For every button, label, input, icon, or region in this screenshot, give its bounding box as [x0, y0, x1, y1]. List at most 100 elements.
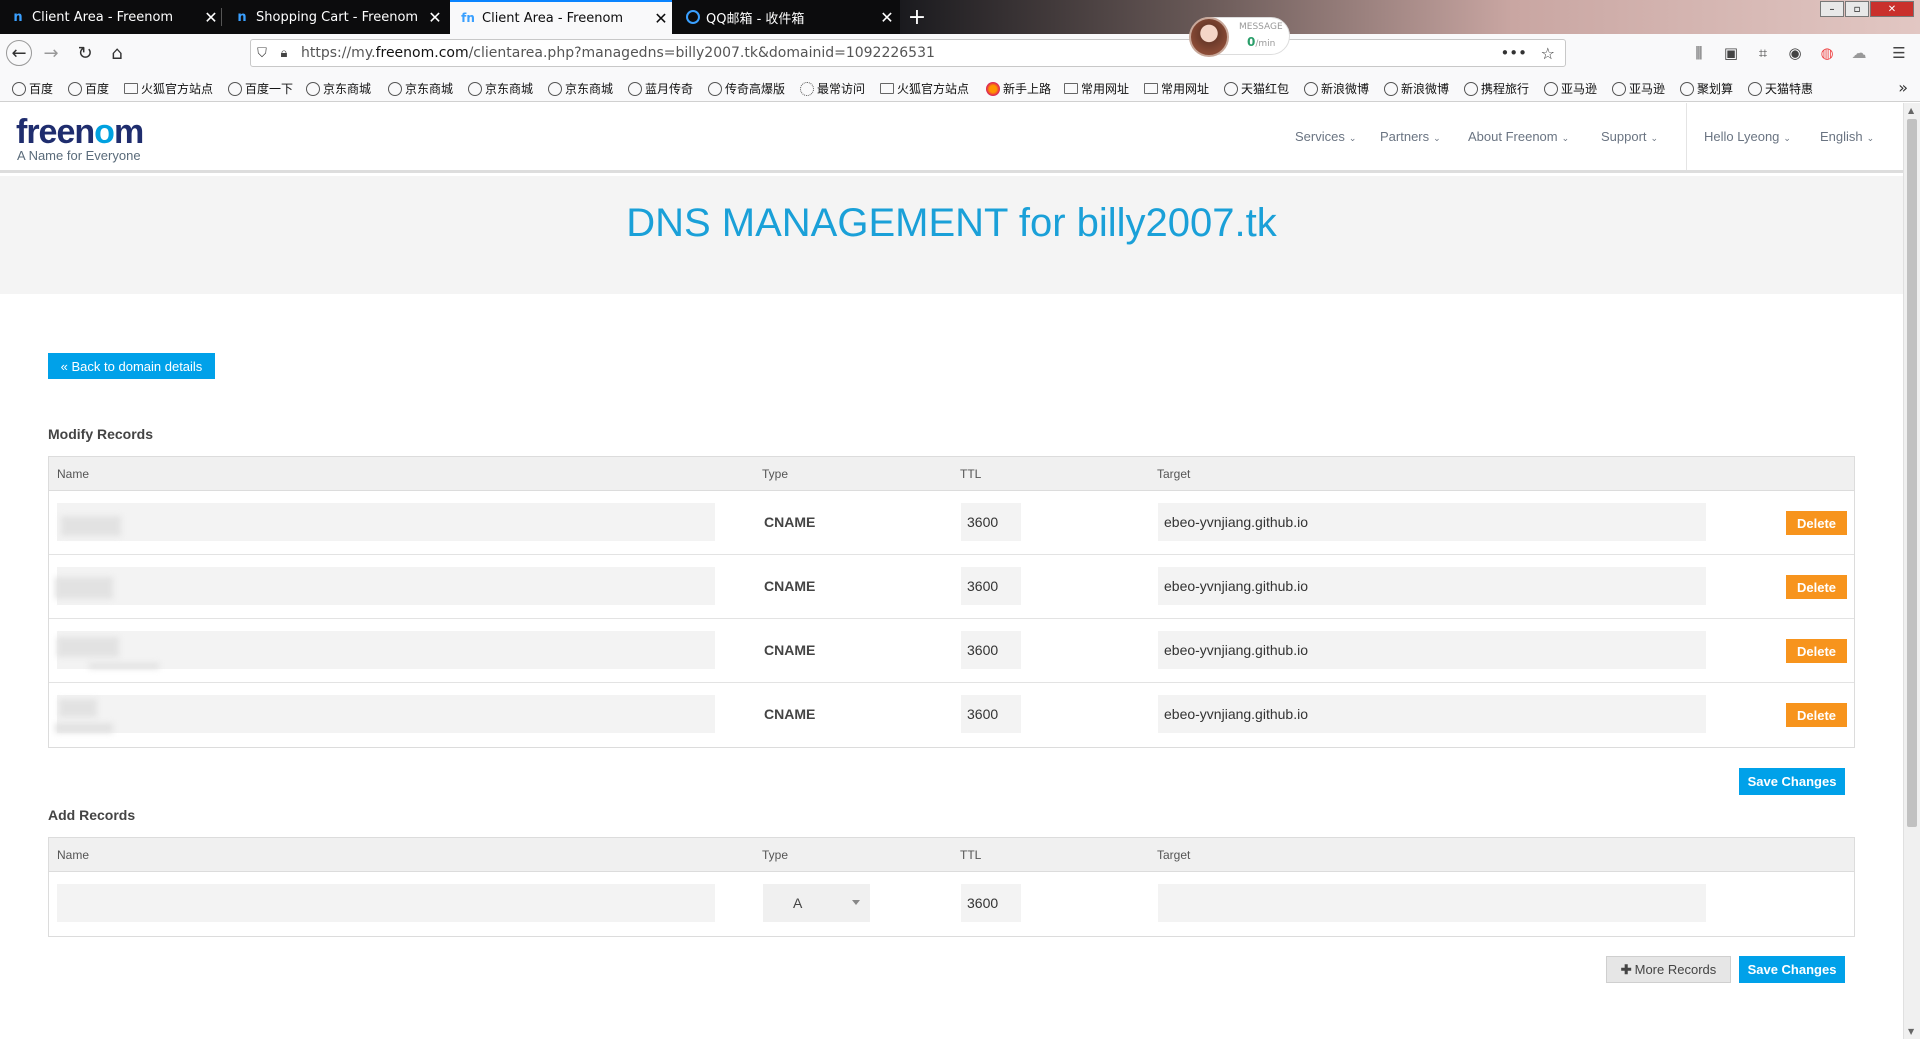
- record-name-input[interactable]: [57, 567, 715, 605]
- bookmark-item[interactable]: 京东商城: [468, 80, 533, 97]
- window-close-icon[interactable]: ✕: [1870, 1, 1914, 17]
- home-icon[interactable]: ⌂: [104, 40, 130, 66]
- freenom-logo[interactable]: freenom: [16, 113, 144, 152]
- bookmark-item[interactable]: 常用网址: [1064, 80, 1129, 97]
- more-records-button[interactable]: ✚ More Records: [1606, 956, 1731, 983]
- message-rate-widget[interactable]: MESSAGE 0/min: [1189, 17, 1290, 57]
- delete-record-button[interactable]: Delete: [1786, 575, 1847, 599]
- maximize-icon[interactable]: ▫: [1845, 1, 1869, 17]
- lock-icon[interactable]: 🔒︎: [273, 46, 295, 61]
- tab-qq-mail[interactable]: QQ邮箱 - 收件箱 ✕: [676, 0, 898, 34]
- nav-user-menu[interactable]: Hello Lyeong ⌄: [1704, 129, 1791, 144]
- bookmark-item[interactable]: 京东商城: [306, 80, 371, 97]
- account-icon[interactable]: ◉: [1784, 42, 1806, 64]
- redacted-name-blur: [55, 577, 113, 599]
- forward-arrow-icon[interactable]: →: [38, 40, 64, 66]
- modify-records-table: Name Type TTL Target CNAME 3600 ebeo-yvnji…: [48, 456, 1855, 748]
- save-changes-button[interactable]: Save Changes: [1739, 956, 1845, 983]
- bookmark-item[interactable]: 百度: [12, 80, 53, 97]
- bookmark-item[interactable]: 天猫红包: [1224, 80, 1289, 97]
- bookmark-item[interactable]: 最常访问: [800, 80, 865, 97]
- tab-client-area-active[interactable]: fn Client Area - Freenom ✕: [450, 0, 672, 34]
- record-ttl-input[interactable]: 3600: [961, 567, 1021, 605]
- scrollbar-thumb[interactable]: [1907, 119, 1917, 827]
- add-type-select[interactable]: A: [763, 884, 870, 922]
- back-to-domain-details-button[interactable]: « Back to domain details: [48, 353, 215, 379]
- screenshot-icon[interactable]: ⌗: [1752, 42, 1774, 64]
- nav-about-freenom[interactable]: About Freenom ⌄: [1468, 129, 1569, 144]
- globe-icon: [708, 81, 722, 96]
- close-tab-icon[interactable]: ✕: [650, 9, 672, 28]
- reload-icon[interactable]: ↻: [72, 40, 98, 66]
- record-ttl-input[interactable]: 3600: [961, 503, 1021, 541]
- bookmark-item[interactable]: 传奇高爆版: [708, 80, 785, 97]
- globe-icon: [1304, 81, 1318, 96]
- nav-services[interactable]: Services ⌄: [1295, 129, 1356, 144]
- nav-support[interactable]: Support ⌄: [1601, 129, 1658, 144]
- bookmark-item[interactable]: 聚划算: [1680, 80, 1733, 97]
- bookmark-item[interactable]: 亚马逊: [1612, 80, 1665, 97]
- bookmarks-overflow-icon[interactable]: »: [1898, 78, 1908, 97]
- bookmark-label: 常用网址: [1081, 82, 1130, 96]
- delete-record-button[interactable]: Delete: [1786, 511, 1847, 535]
- record-name-input[interactable]: [57, 503, 715, 541]
- scroll-down-icon[interactable]: ▼: [1908, 1027, 1914, 1036]
- record-target-input[interactable]: ebeo-yvnjiang.github.io: [1158, 631, 1706, 669]
- close-tab-icon[interactable]: ✕: [424, 8, 446, 27]
- add-name-input[interactable]: [57, 884, 715, 922]
- bookmark-item[interactable]: 京东商城: [388, 80, 453, 97]
- close-tab-icon[interactable]: ✕: [876, 8, 898, 27]
- bookmark-item[interactable]: 百度: [68, 80, 109, 97]
- bookmark-label: 天猫红包: [1241, 82, 1290, 96]
- bookmark-item[interactable]: 亚马逊: [1544, 80, 1597, 97]
- record-target-input[interactable]: ebeo-yvnjiang.github.io: [1158, 695, 1706, 733]
- record-name-input[interactable]: [57, 695, 715, 733]
- bookmark-item[interactable]: 天猫特惠: [1748, 80, 1813, 97]
- page-scrollbar[interactable]: ▲ ▼: [1903, 103, 1920, 1039]
- library-icon[interactable]: ⫼: [1688, 42, 1710, 64]
- bookmark-item[interactable]: 百度一下: [228, 80, 293, 97]
- new-tab-icon[interactable]: +: [902, 0, 932, 34]
- shield-icon[interactable]: ⛉: [251, 46, 273, 61]
- bookmark-label: 京东商城: [323, 82, 372, 96]
- scroll-up-icon[interactable]: ▲: [1908, 106, 1914, 115]
- minimize-icon[interactable]: –: [1820, 1, 1844, 17]
- bookmark-item[interactable]: 常用网址: [1144, 80, 1209, 97]
- menu-icon[interactable]: ☰: [1888, 42, 1910, 64]
- add-target-input[interactable]: [1158, 884, 1706, 922]
- bookmark-star-icon[interactable]: ☆: [1541, 44, 1555, 63]
- column-header-type: Type: [762, 848, 789, 862]
- bookmark-item[interactable]: 新浪微博: [1384, 80, 1449, 97]
- save-changes-button[interactable]: Save Changes: [1739, 768, 1845, 795]
- page-actions-icon[interactable]: •••: [1500, 44, 1527, 62]
- nav-partners[interactable]: Partners ⌄: [1380, 129, 1441, 144]
- nav-language[interactable]: English ⌄: [1820, 129, 1874, 144]
- delete-record-button[interactable]: Delete: [1786, 639, 1847, 663]
- bookmark-item[interactable]: 京东商城: [548, 80, 613, 97]
- bookmark-item[interactable]: 火狐官方站点: [880, 80, 969, 97]
- tab-client-area-1[interactable]: n Client Area - Freenom ✕: [0, 0, 222, 34]
- bookmark-item[interactable]: 新浪微博: [1304, 80, 1369, 97]
- bookmark-item[interactable]: 新手上路: [986, 80, 1051, 97]
- address-bar[interactable]: ⛉ 🔒︎ https://my.freenom.com/clientarea.p…: [250, 39, 1566, 67]
- back-arrow-icon[interactable]: ←: [6, 40, 32, 66]
- bookmark-item[interactable]: 蓝月传奇: [628, 80, 693, 97]
- bookmark-item[interactable]: 火狐官方站点: [124, 80, 213, 97]
- titlebar-background: [900, 0, 1920, 34]
- record-target-input[interactable]: ebeo-yvnjiang.github.io: [1158, 567, 1706, 605]
- record-ttl-input[interactable]: 3600: [961, 695, 1021, 733]
- bookmark-item[interactable]: 携程旅行: [1464, 80, 1529, 97]
- globe-icon: [12, 81, 26, 96]
- gear-icon: [800, 81, 814, 96]
- add-ttl-input[interactable]: 3600: [961, 884, 1021, 922]
- delete-record-button[interactable]: Delete: [1786, 703, 1847, 727]
- close-tab-icon[interactable]: ✕: [200, 8, 222, 27]
- site-header: freenom A Name for Everyone Services ⌄ Pa…: [0, 103, 1903, 173]
- record-ttl-input[interactable]: 3600: [961, 631, 1021, 669]
- record-target-input[interactable]: ebeo-yvnjiang.github.io: [1158, 503, 1706, 541]
- sync-icon[interactable]: ☁: [1848, 42, 1870, 64]
- sidebar-icon[interactable]: ▣: [1720, 42, 1742, 64]
- chrome-extension-icon[interactable]: ◍: [1816, 42, 1838, 64]
- globe-icon: [1612, 81, 1626, 96]
- tab-shopping-cart[interactable]: n Shopping Cart - Freenom ✕: [224, 0, 446, 34]
